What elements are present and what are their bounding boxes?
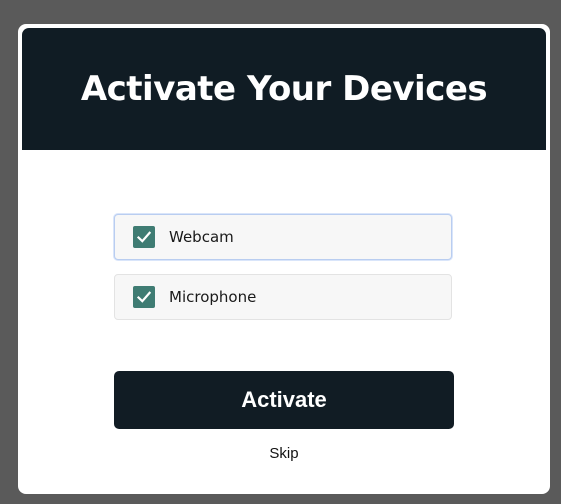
microphone-label: Microphone bbox=[169, 288, 257, 306]
webcam-option[interactable]: Webcam bbox=[114, 214, 452, 260]
activate-button[interactable]: Activate bbox=[114, 371, 454, 429]
skip-link[interactable]: Skip bbox=[18, 445, 550, 462]
webcam-label: Webcam bbox=[169, 228, 234, 246]
dialog-header: Activate Your Devices bbox=[22, 28, 546, 150]
microphone-checkbox[interactable] bbox=[133, 286, 155, 308]
webcam-checkbox[interactable] bbox=[133, 226, 155, 248]
checkmark-icon bbox=[136, 291, 152, 303]
activate-devices-dialog: Activate Your Devices Webcam Microphone … bbox=[18, 24, 550, 494]
dialog-title: Activate Your Devices bbox=[80, 69, 488, 109]
microphone-option[interactable]: Microphone bbox=[114, 274, 452, 320]
checkmark-icon bbox=[136, 231, 152, 243]
